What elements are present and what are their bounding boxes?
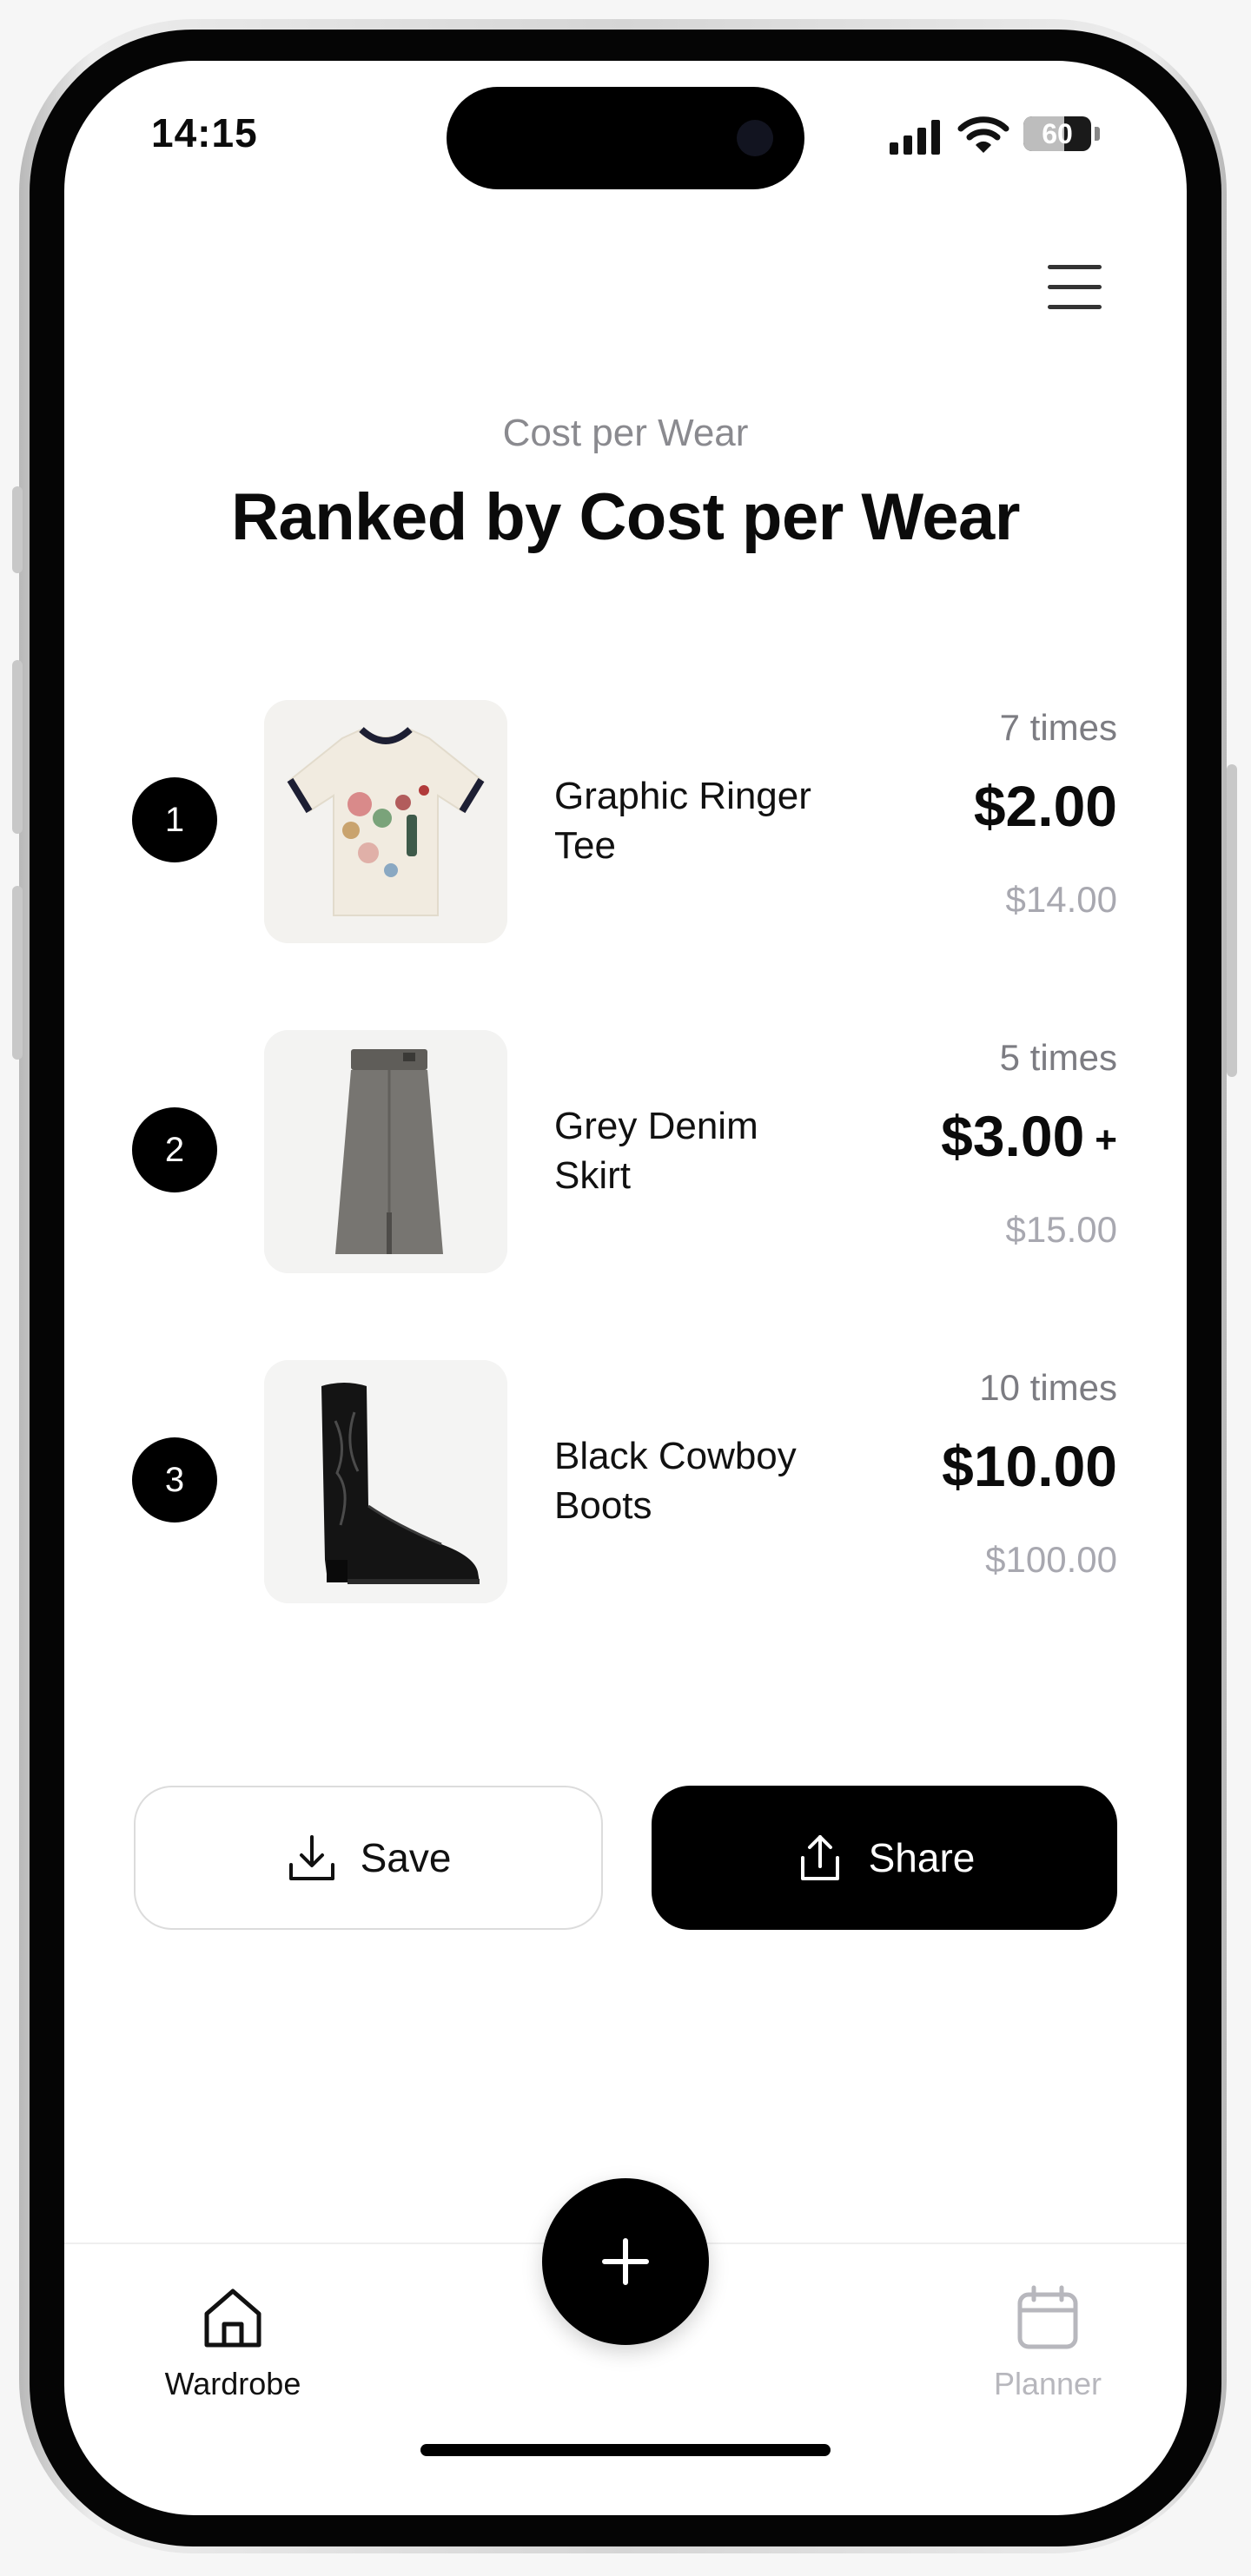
save-button-label: Save xyxy=(360,1835,452,1880)
list-item[interactable]: 2 Grey Denim Skirt 5 times $3.00 + $15.00 xyxy=(64,1025,1187,1285)
cost-per-wear-suffix: + xyxy=(1095,1119,1117,1161)
battery-icon: 60 xyxy=(1023,116,1091,151)
tshirt-icon xyxy=(264,700,507,943)
home-icon xyxy=(204,2289,261,2348)
side-button-power xyxy=(1227,764,1237,1077)
nav-tab-planner[interactable]: Planner xyxy=(943,2284,1152,2402)
side-button-action xyxy=(12,486,23,573)
cost-per-wear: $3.00 + xyxy=(941,1103,1117,1169)
signal-icon xyxy=(890,120,940,155)
side-button-volume-down xyxy=(12,886,23,1060)
boot-icon xyxy=(264,1360,507,1603)
rank-badge: 3 xyxy=(132,1437,217,1522)
menu-button[interactable] xyxy=(1037,252,1110,321)
app-screen: 14:15 60 Cost per Wear Ranked by Cost pe… xyxy=(64,61,1187,2515)
dynamic-island xyxy=(447,87,804,189)
wear-count: 10 times xyxy=(979,1367,1117,1408)
rank-badge: 1 xyxy=(132,777,217,862)
item-thumbnail-denim-skirt xyxy=(264,1030,507,1273)
item-price: $14.00 xyxy=(1005,879,1117,920)
home-indicator xyxy=(420,2444,831,2456)
share-button[interactable]: Share xyxy=(652,1786,1117,1930)
cost-per-wear: $2.00 xyxy=(974,773,1117,839)
nav-tab-label: Planner xyxy=(993,2366,1102,2401)
cost-per-wear-value: $2.00 xyxy=(973,774,1117,838)
list-item[interactable]: 3 Black Cowboy Boots 10 times $10.00 $10… xyxy=(64,1355,1187,1615)
camera-icon xyxy=(737,120,773,156)
download-icon xyxy=(288,1835,334,1880)
calendar-icon xyxy=(1017,2285,1078,2349)
plus-icon xyxy=(602,2238,649,2285)
status-time: 14:15 xyxy=(151,110,258,155)
side-button-volume-up xyxy=(12,660,23,834)
page-subtitle: Cost per Wear xyxy=(502,412,749,454)
item-price: $100.00 xyxy=(985,1539,1117,1580)
battery-cap xyxy=(1095,127,1100,141)
share-button-label: Share xyxy=(868,1835,976,1880)
save-button[interactable]: Save xyxy=(134,1786,603,1930)
wear-count: 7 times xyxy=(999,707,1117,748)
skirt-icon xyxy=(264,1030,507,1273)
cost-per-wear: $10.00 xyxy=(942,1433,1117,1499)
item-thumbnail-cowboy-boots xyxy=(264,1360,507,1603)
hamburger-icon-bar xyxy=(1048,264,1102,269)
nav-tab-label: Wardrobe xyxy=(164,2366,301,2401)
page-title: Ranked by Cost per Wear xyxy=(231,480,1020,554)
nav-tab-wardrobe[interactable]: Wardrobe xyxy=(129,2284,337,2402)
rank-badge: 2 xyxy=(132,1107,217,1192)
battery-percentage: 60 xyxy=(1042,118,1073,149)
item-name: Grey Denim Skirt xyxy=(554,1105,758,1197)
cost-per-wear-value: $3.00 xyxy=(941,1104,1085,1168)
add-item-button[interactable] xyxy=(542,2178,709,2345)
item-name: Black Cowboy Boots xyxy=(554,1435,797,1527)
hamburger-icon-bar xyxy=(1048,284,1102,289)
share-icon xyxy=(800,1835,839,1880)
item-thumbnail-graphic-tee xyxy=(264,700,507,943)
item-name: Graphic Ringer Tee xyxy=(554,775,811,867)
item-price: $15.00 xyxy=(1005,1209,1117,1250)
cost-per-wear-value: $10.00 xyxy=(942,1434,1117,1498)
list-item[interactable]: 1 Graphic Ringer Tee 7 times $2.00 $14.0… xyxy=(64,695,1187,955)
hamburger-icon-bar xyxy=(1048,304,1102,309)
wear-count: 5 times xyxy=(999,1037,1117,1078)
wifi-icon xyxy=(957,116,1009,153)
